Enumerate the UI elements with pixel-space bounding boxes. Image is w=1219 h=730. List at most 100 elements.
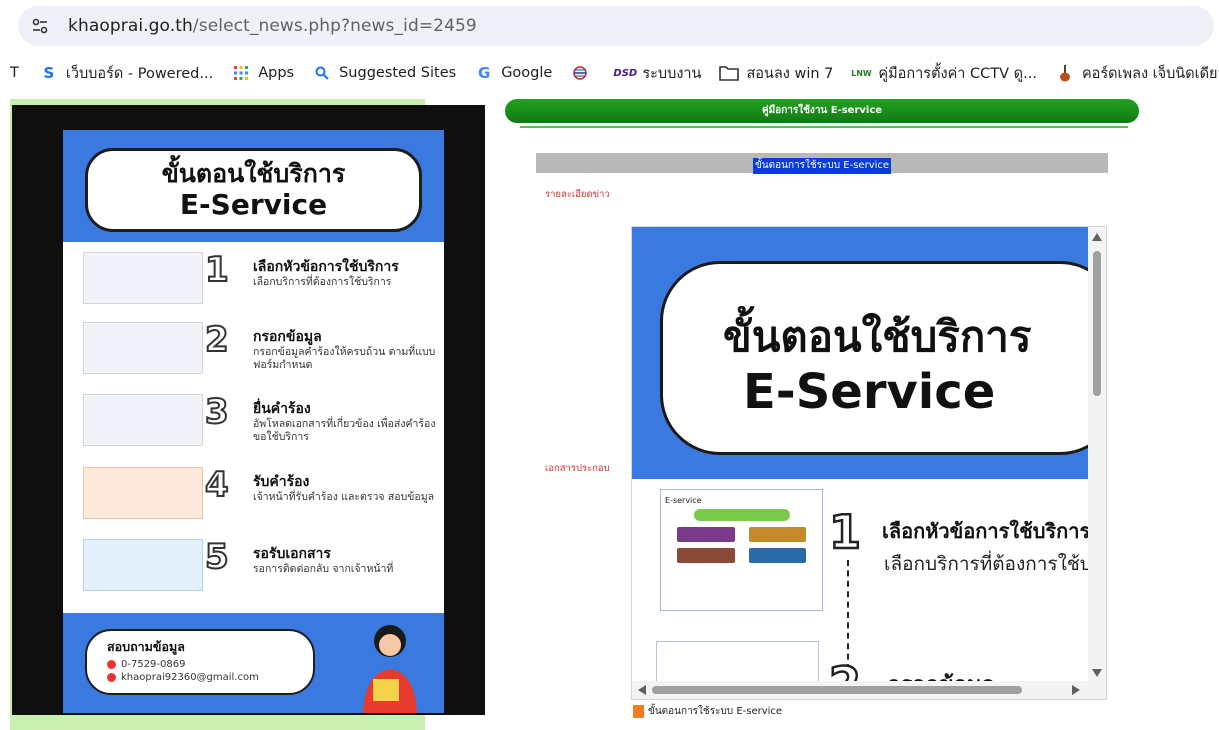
bookmark-label: ระบบงาน (642, 65, 702, 82)
step-thumbnail (83, 394, 203, 446)
step-desc: เลือกบริการที่ต้องการใช้บริการ (253, 276, 392, 288)
bookmark-label: Apps (258, 65, 295, 81)
thumbnail-button (693, 509, 790, 521)
step-title: รอรับเอกสาร (253, 546, 331, 562)
step-title: กรอกข้อมูล (253, 329, 322, 345)
viewer-dashed-connector (847, 560, 849, 670)
folder-icon (719, 63, 740, 83)
pdf-file-icon (633, 705, 644, 718)
banner-underline (520, 126, 1128, 128)
eservice-poster-image[interactable]: ขั้นตอนใช้บริการ E-Service 1 เลือกหัวข้อ… (63, 130, 444, 713)
bookmark-label: สอนลง win 7 (746, 65, 834, 82)
phone-icon (107, 660, 116, 669)
bookmark-webboard[interactable]: S เว็บบอร์ด - Powered... (39, 62, 213, 85)
step-thumbnail (83, 322, 203, 374)
thumbnail-cell (748, 548, 806, 563)
viewer-header: ขั้นตอนใช้บริการ E-Service (632, 227, 1106, 479)
poster-step-1: 1 เลือกหัวข้อการใช้บริการ เลือกบริการที่… (63, 248, 444, 318)
bookmark-globe[interactable] (570, 63, 597, 83)
bookmark-cctv[interactable]: LNW คู่มือการตั้งค่า CCTV ดู... (851, 62, 1037, 85)
news-details-label: รายละเอียดข่าว (545, 189, 610, 200)
s-logo-icon: S (43, 64, 55, 82)
step-number: 4 (204, 464, 230, 506)
url-text: khaoprai.go.th/select_news.php?news_id=2… (68, 16, 477, 36)
thumbnail-heading: E-service (665, 496, 702, 505)
poster-step-4: 4 รับคำร้อง เจ้าหน้าที่รับคำร้อง และตรวจ… (63, 463, 444, 533)
step-thumbnail (83, 252, 203, 304)
bookmarks-bar: T S เว็บบอร์ด - Powered... Apps Suggeste… (0, 54, 1219, 92)
document-viewer[interactable]: ขั้นตอนใช้บริการ E-Service E-service 1 เ… (631, 226, 1107, 700)
mail-icon (107, 673, 116, 682)
bookmark-system[interactable]: DSD ระบบงาน (613, 62, 702, 85)
poster-title-line2: E-Service (179, 188, 328, 221)
step-title: เลือกหัวข้อการใช้บริการ (253, 259, 399, 275)
poster-footer: สอบถามข้อมูล 0-7529-0869 khaoprai92360@g… (63, 613, 444, 713)
poster-step-3: 3 ยื่นคำร้อง อัพโหลดเอกสารที่เกี่ยวข้อง … (63, 390, 444, 460)
url-field[interactable]: khaoprai.go.th/select_news.php?news_id=2… (18, 6, 1214, 46)
globe-logo-icon (570, 63, 590, 83)
vertical-scrollbar[interactable] (1088, 227, 1106, 683)
contact-email-text: khaoprai92360@gmail.com (121, 672, 259, 683)
contact-box: สอบถามข้อมูล 0-7529-0869 khaoprai92360@g… (85, 629, 315, 695)
step-number: 2 (204, 319, 230, 361)
poster-step-2: 2 กรอกข้อมูล กรอกข้อมูลคำร้องให้ครบถ้วน … (63, 318, 444, 388)
bookmark-label: Google (501, 65, 553, 81)
horizontal-scrollbar[interactable] (632, 681, 1106, 699)
step-title: รับคำร้อง (253, 474, 310, 490)
viewer-step1-title: เลือกหัวข้อการใช้บริการ (882, 519, 1091, 543)
news-header-bar: ขั้นตอนการใช้ระบบ E-service (536, 153, 1108, 174)
search-icon (312, 63, 332, 83)
viewer-title-line1: ขั้นตอนใช้บริการ (723, 312, 1032, 361)
step-desc: อัพโหลดเอกสารที่เกี่ยวข้อง เพื่อส่งคำร้อ… (253, 418, 436, 443)
woman-illustration (363, 625, 417, 713)
bookmark-apps[interactable]: Apps (231, 63, 294, 83)
attachments-label: เอกสารประกอบ (545, 463, 610, 474)
viewer-title-box: ขั้นตอนใช้บริการ E-Service (660, 261, 1106, 455)
thumbnail-cell (677, 527, 735, 542)
horizontal-scroll-thumb[interactable] (652, 686, 1022, 694)
bookmark-label: Suggested Sites (339, 65, 457, 81)
contact-phone: 0-7529-0869 (107, 659, 293, 670)
bookmark-label: คู่มือการตั้งค่า CCTV ดู... (878, 65, 1037, 82)
apps-grid-icon (231, 63, 251, 83)
scroll-right-icon[interactable] (1072, 685, 1080, 695)
dsd-logo-icon: DSD (613, 67, 638, 79)
poster-title-box: ขั้นตอนใช้บริการ E-Service (85, 148, 422, 232)
scroll-down-icon[interactable] (1092, 669, 1102, 677)
vertical-scroll-thumb[interactable] (1093, 251, 1101, 396)
step-title: ยื่นคำร้อง (253, 401, 311, 417)
bookmark-google[interactable]: G Google (474, 63, 552, 83)
attachment-name: ขั้นตอนการใช้ระบบ E-service (648, 706, 783, 717)
poster-step-5: 5 รอรับเอกสาร รอการติดต่อกลับ จากเจ้าหน้… (63, 535, 444, 605)
step-illustration (83, 539, 203, 591)
step-number: 5 (204, 536, 230, 578)
poster-title-line1: ขั้นตอนใช้บริการ (161, 159, 346, 188)
google-g-icon: G (478, 64, 491, 82)
guitar-icon (1055, 63, 1075, 83)
site-settings-icon[interactable] (20, 6, 60, 46)
thumbnail-grid (661, 521, 822, 569)
address-bar: khaoprai.go.th/select_news.php?news_id=2… (0, 0, 1219, 52)
scroll-left-icon[interactable] (638, 685, 646, 695)
step-number: 1 (204, 249, 230, 291)
bookmark-suggested-sites[interactable]: Suggested Sites (312, 63, 456, 83)
bookmark-label: T (10, 65, 19, 81)
viewer-step1-thumbnail: E-service (660, 489, 823, 611)
step-number: 3 (204, 391, 230, 433)
bookmark-label: เว็บบอร์ด - Powered... (65, 65, 214, 82)
thumbnail-cell (748, 527, 806, 542)
step-illustration (83, 467, 203, 519)
bookmark-chord[interactable]: คอร์ดเพลง เจ็บนิดเดียว... (1055, 62, 1219, 85)
thumbnail-cell (677, 548, 735, 563)
step-desc: กรอกข้อมูลคำร้องให้ครบถ้วน ตามที่แบบฟอร์… (253, 346, 436, 371)
viewer-step1-desc: เลือกบริการที่ต้องการใช้บ (884, 553, 1092, 575)
eservice-guide-banner[interactable]: คู่มือการใช้งาน E-service (505, 99, 1139, 123)
bookmark-partial[interactable]: T (10, 65, 19, 81)
news-title-selected: ขั้นตอนการใช้ระบบ E-service (752, 158, 892, 174)
scroll-up-icon[interactable] (1092, 233, 1102, 241)
bookmark-folder-win7[interactable]: สอนลง win 7 (719, 62, 833, 85)
viewer-step1-number: 1 (828, 504, 863, 561)
poster-header: ขั้นตอนใช้บริการ E-Service (63, 130, 444, 242)
cctv-logo-icon: LNW (851, 68, 872, 78)
attachment-link[interactable]: ขั้นตอนการใช้ระบบ E-service (633, 704, 782, 719)
